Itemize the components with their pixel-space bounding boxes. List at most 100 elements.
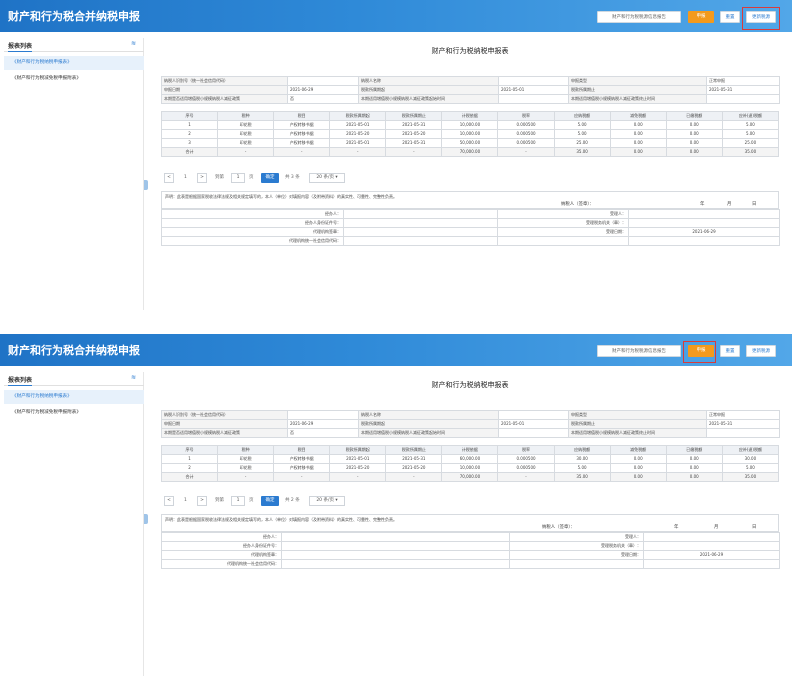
declare-type-label: 申报类型 [568,410,707,420]
column-header: 减免税额 [609,111,667,121]
sidebar-item-relief-schedule[interactable]: 《财产和行为税减免税申报附表》 [4,406,144,420]
table-header-row: 序号 税种 税目 税款所属期起 税款所属期止 计税依据 税率 应纳税额 减免税额… [160,445,780,455]
prev-page-button[interactable]: < [164,496,174,506]
agent-org-label: 代理机构签章： [161,550,282,560]
prev-page-button[interactable]: < [164,173,174,183]
layers-icon[interactable]: ≋ [131,375,138,381]
operator-id-label: 经办人身份证件号： [161,541,282,551]
column-header: 税款所属期止 [385,111,443,121]
table-cell: 5.00 [721,463,780,473]
table-cell: 5.00 [553,129,611,139]
declare-type-label: 申报类型 [568,76,707,86]
current-page[interactable]: 1 [184,496,187,506]
current-page[interactable]: 1 [184,173,187,183]
sidebar: 报表列表 ≋ 《财产和行为税纳税申报表》 《财产和行为税减免税申报附表》 [4,38,144,310]
table-cell: 0.00 [609,138,667,148]
small-scale-start-value [498,428,569,438]
taxpayer-info-table: 纳税人识别号（统一社会信用代码） 纳税人名称 申报类型 正常申报 申报日期 20… [161,410,780,438]
next-page-button[interactable]: > [197,496,207,506]
table-row[interactable]: 1 印花税 产权转移书据 2021-05-01 2021-05-31 60,00… [160,454,780,464]
period-end-label: 税款所属期止 [568,419,707,429]
pagination: < 1 > 到第 1 页 确定 共 3 条 20 条/页 ▾ [161,173,411,183]
page-number-input[interactable]: 1 [231,173,245,183]
go-button[interactable]: 确定 [261,173,279,183]
column-header: 税款所属期起 [329,445,387,455]
year-label: 年 [700,202,705,207]
go-button[interactable]: 确定 [261,496,279,506]
page-size-select[interactable]: 20 条/页 ▾ [309,496,345,506]
agent-org-code-value [281,559,510,569]
column-header: 税款所属期止 [385,445,443,455]
table-cell: 0.000500 [497,138,555,148]
sidebar-item-relief-schedule[interactable]: 《财产和行为税减免税申报附表》 [4,72,144,86]
table-cell: 25.00 [553,138,611,148]
tax-office-value [628,218,780,228]
tax-source-report-button[interactable]: 财产和行为税税源信息报告 [597,11,681,23]
agent-org-code-label: 代理机构统一社会信用代码： [161,559,282,569]
page-size-select[interactable]: 20 条/页 ▾ [309,173,345,183]
column-header: 税目 [273,445,331,455]
update-tax-source-button[interactable]: 更新税源 [746,345,776,357]
collapse-sidebar-handle[interactable] [144,180,148,190]
taxpayer-id-value [287,410,359,420]
agent-org-code-label: 代理机构统一社会信用代码： [161,236,344,246]
collapse-sidebar-handle[interactable] [144,514,148,524]
table-cell: 0.00 [609,129,667,139]
column-header: 应补(退)税额 [721,445,780,455]
table-cell: 0.000500 [497,120,555,130]
taxpayer-id-label: 纳税人识别号（统一社会信用代码） [161,76,288,86]
empty-cell [497,236,629,246]
table-cell: 产权转移书据 [273,129,331,139]
table-cell: 产权转移书据 [273,454,331,464]
table-cell: 2021-05-01 [329,120,387,130]
month-label: 月 [727,202,732,207]
total-cell: 35.00 [721,472,780,482]
period-end-value: 2021-05-31 [706,419,780,429]
sidebar-item-declaration-form[interactable]: 《财产和行为税纳税申报表》 [4,390,144,404]
table-row[interactable]: 1 印花税 产权转移书据 2021-05-01 2021-05-31 10,00… [160,120,780,130]
sidebar-header: 报表列表 ≋ [4,372,144,386]
period-end-label: 税款所属期止 [568,85,707,95]
next-page-button[interactable]: > [197,173,207,183]
declare-button[interactable]: 申报 [688,11,714,23]
app-title: 财产和行为税合并纳税申报 [8,10,140,23]
table-cell: 产权转移书据 [273,120,331,130]
taxpayer-id-value [287,76,359,86]
total-cell: 35.00 [721,147,780,157]
sidebar-item-declaration-form[interactable]: 《财产和行为税纳税申报表》 [4,56,144,70]
total-cell: 35.00 [553,147,611,157]
table-row[interactable]: 2 印花税 产权转移书据 2021-05-20 2021-05-20 10,00… [160,463,780,473]
signature-table: 经办人： 受理人： 经办人身份证件号： 受理税务机关（章）： 代理机构签章： 受… [161,532,780,569]
sidebar-title: 报表列表 [8,43,33,52]
taxpayer-name-value [498,76,569,86]
total-cell: 0.00 [665,147,723,157]
page-unit-label: 页 [249,498,254,503]
table-cell: 3 [160,138,219,148]
table-cell: 30.00 [721,454,780,464]
small-scale-end-value [706,428,780,438]
receiver-value [628,209,780,219]
declare-date-value: 2021-06-29 [287,85,359,95]
empty-cell [509,559,644,569]
total-cell: - [329,147,387,157]
screenshot-panel-2: 财产和行为税合并纳税申报 财产和行为税税源信息报告 申报 重置 更新税源 报表列… [0,334,792,676]
table-row[interactable]: 2 印花税 产权转移书据 2021-05-20 2021-05-20 10,00… [160,129,780,139]
table-cell: 30.00 [553,454,611,464]
reset-button[interactable]: 重置 [720,345,740,357]
table-row[interactable]: 3 印花税 产权转移书据 2021-05-01 2021-05-31 50,00… [160,138,780,148]
reset-button[interactable]: 重置 [720,11,740,23]
column-header: 已缴税额 [665,111,723,121]
table-cell: 5.00 [553,463,611,473]
small-scale-start-label: 本期适用增值税小规模纳税人减征政策起始时间 [358,428,499,438]
goto-label: 到第 [215,175,224,180]
table-cell: 0.000500 [497,463,555,473]
agent-org-value [343,227,498,237]
operator-id-value [343,218,498,228]
table-cell: 5.00 [721,120,780,130]
page-number-input[interactable]: 1 [231,496,245,506]
tax-source-report-button[interactable]: 财产和行为税税源信息报告 [597,345,681,357]
layers-icon[interactable]: ≋ [131,41,138,47]
period-start-label: 税款所属期起 [358,85,499,95]
sidebar: 报表列表 ≋ 《财产和行为税纳税申报表》 《财产和行为税减免税申报附表》 [4,372,144,676]
month-label: 月 [714,525,719,530]
